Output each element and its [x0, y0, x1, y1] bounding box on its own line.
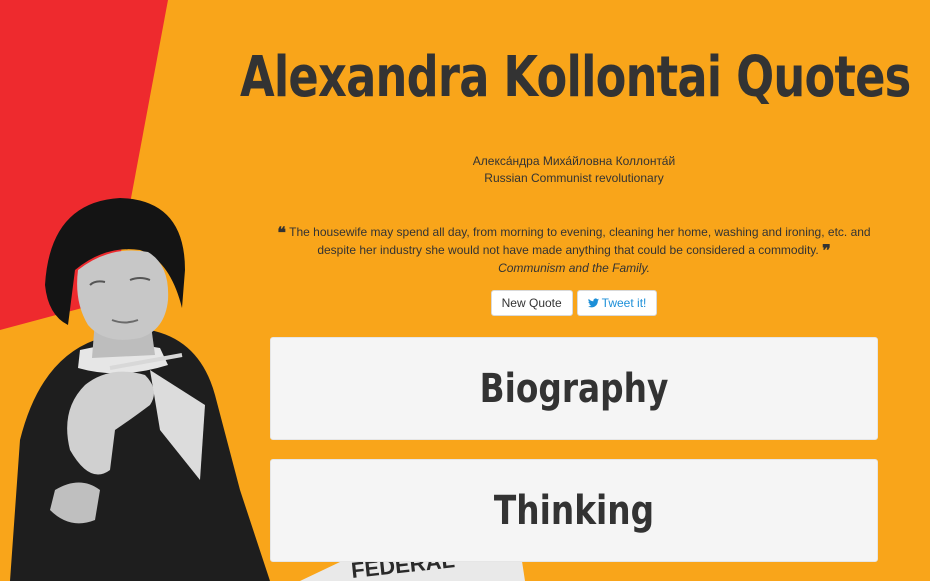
thinking-card[interactable]: Thinking [270, 459, 878, 562]
button-row: New Quote Tweet it! [270, 290, 878, 316]
quote-source: Communism and the Family. [498, 261, 650, 275]
biography-card[interactable]: Biography [270, 337, 878, 440]
native-name: Алекса́ндра Миха́йловна Коллонта́й [472, 154, 676, 168]
quote-text: The housewife may spend all day, from mo… [289, 225, 871, 257]
twitter-bird-icon [587, 298, 599, 308]
new-quote-button[interactable]: New Quote [490, 290, 573, 316]
thinking-card-title: Thinking [493, 488, 655, 534]
quote-open-icon: ❝ [277, 223, 287, 242]
subtitle: Алекса́ндра Миха́йловна Коллонта́й Russi… [270, 153, 878, 187]
tweet-button-label: Tweet it! [601, 296, 647, 310]
quote-block: ❝ The housewife may spend all day, from … [270, 223, 878, 277]
page-title: Alexandra Kollontai Quotes [240, 45, 911, 110]
description: Russian Communist revolutionary [484, 171, 664, 185]
biography-card-title: Biography [479, 366, 669, 412]
tweet-button[interactable]: Tweet it! [576, 290, 658, 316]
quote-close-icon: ❞ [822, 241, 831, 260]
